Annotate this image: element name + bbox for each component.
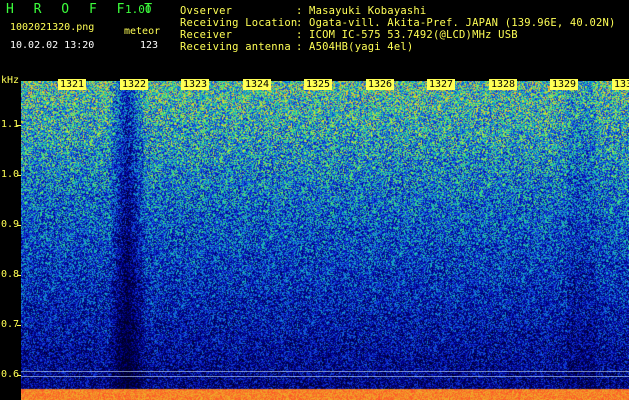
minute-label: 1326 xyxy=(366,79,395,90)
y-axis-unit: kHz xyxy=(1,75,20,86)
minute-label: 1323 xyxy=(181,79,210,90)
observer-value: : Masayuki Kobayashi xyxy=(296,5,427,17)
minute-label: 1321 xyxy=(58,79,87,90)
y-tick-mark xyxy=(17,375,21,376)
antenna-value: : A504HB(yagi 4el) xyxy=(296,41,414,53)
reference-line-upper xyxy=(21,371,629,372)
y-tick-mark xyxy=(17,325,21,326)
count-label: 123 xyxy=(140,40,159,51)
minute-label: 1328 xyxy=(489,79,518,90)
minute-label: 1322 xyxy=(120,79,149,90)
location-label: Receiving Location xyxy=(180,17,298,29)
app-version: 1.00 xyxy=(125,3,152,16)
minute-label: 1329 xyxy=(550,79,579,90)
minute-label: 1330 xyxy=(612,79,629,90)
location-value: : Ogata-vill. Akita-Pref. JAPAN (139.96E… xyxy=(296,17,616,29)
y-tick-mark xyxy=(17,175,21,176)
receiver-value: : ICOM IC-575 53.7492(@LCD)MHz USB xyxy=(296,29,518,41)
receiver-label: Receiver xyxy=(180,29,233,41)
minute-label: 1325 xyxy=(304,79,333,90)
minute-label: 1327 xyxy=(427,79,456,90)
observer-label: Ovserver xyxy=(180,5,233,17)
y-tick-mark xyxy=(17,125,21,126)
spectrogram xyxy=(21,81,629,400)
filename-label: 1002021320.png xyxy=(10,22,95,33)
y-tick-mark xyxy=(17,275,21,276)
y-tick-mark xyxy=(17,225,21,226)
reference-line-lower xyxy=(21,376,629,377)
antenna-label: Receiving antenna xyxy=(180,41,291,53)
datetime-label: 10.02.02 13:20 xyxy=(10,40,95,51)
minute-label: 1324 xyxy=(243,79,272,90)
mode-label: meteor xyxy=(124,26,161,37)
